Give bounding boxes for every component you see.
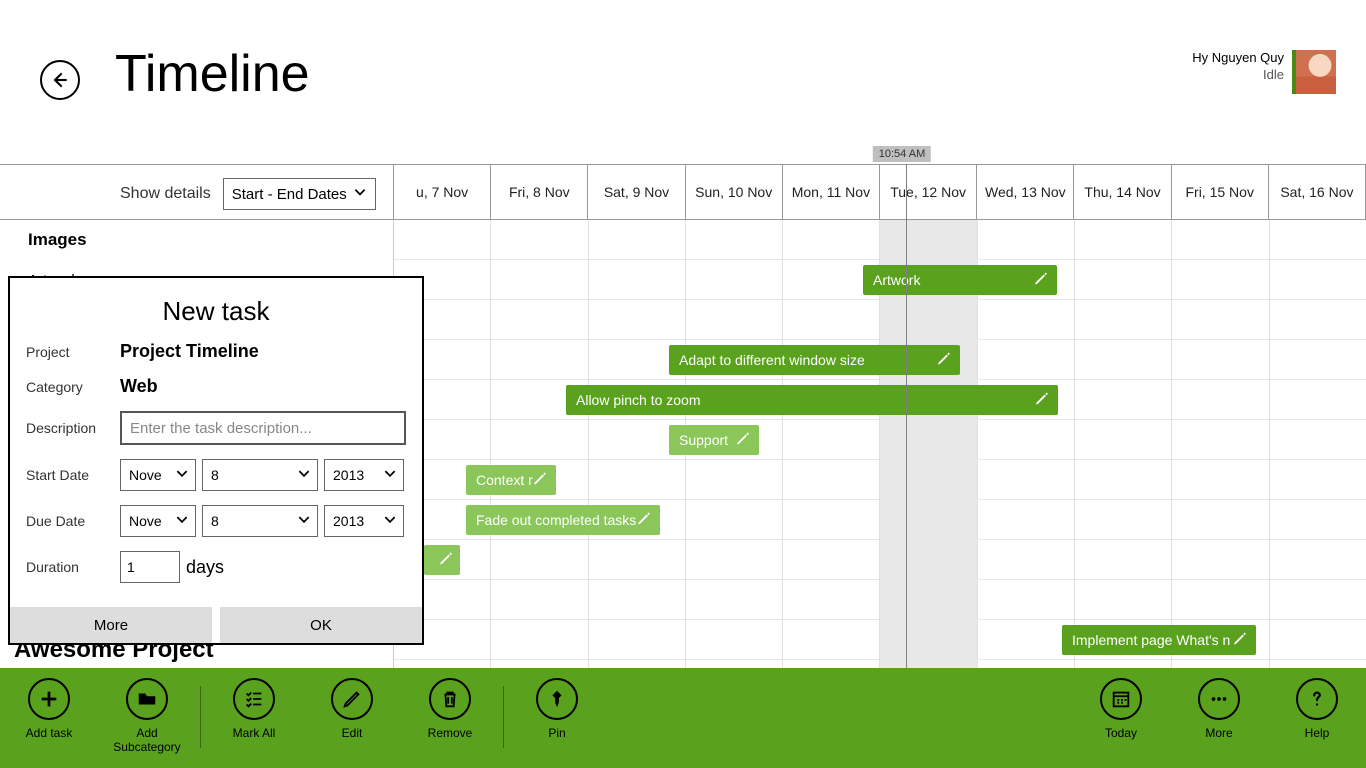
duration-input[interactable] bbox=[120, 551, 180, 583]
task-bar-support[interactable]: Support bbox=[669, 425, 759, 455]
help-icon bbox=[1296, 678, 1338, 720]
more-button[interactable]: More bbox=[10, 607, 212, 643]
start-month-select[interactable]: Nove bbox=[120, 459, 196, 491]
date-col-8: Fri, 15 Nov bbox=[1172, 165, 1269, 219]
task-bar-context[interactable]: Context r bbox=[466, 465, 556, 495]
date-col-7: Thu, 14 Nov bbox=[1074, 165, 1171, 219]
date-col-1: Fri, 8 Nov bbox=[491, 165, 588, 219]
task-bar-adapt[interactable]: Adapt to different window size bbox=[669, 345, 960, 375]
back-button[interactable] bbox=[40, 60, 80, 100]
task-bar-implement[interactable]: Implement page What's n bbox=[1062, 625, 1256, 655]
more-icon bbox=[1198, 678, 1240, 720]
due-year-select[interactable]: 2013 bbox=[324, 505, 404, 537]
folder-icon bbox=[126, 678, 168, 720]
start-year-select[interactable]: 2013 bbox=[324, 459, 404, 491]
task-bar-stub[interactable] bbox=[424, 545, 460, 575]
mark-all-button[interactable]: Mark All bbox=[205, 678, 303, 740]
pencil-icon bbox=[532, 471, 548, 490]
trash-icon bbox=[429, 678, 471, 720]
date-col-4: Mon, 11 Nov bbox=[783, 165, 880, 219]
date-col-9: Sat, 16 Nov bbox=[1269, 165, 1365, 219]
chevron-down-icon bbox=[383, 513, 397, 530]
date-col-6: Wed, 13 Nov bbox=[977, 165, 1074, 219]
dialog-title: New task bbox=[26, 296, 406, 327]
appbar: Add task Add Subcategory Mark All Edit R… bbox=[0, 668, 1366, 768]
more-button-appbar[interactable]: More bbox=[1170, 678, 1268, 740]
remove-button[interactable]: Remove bbox=[401, 678, 499, 740]
user-name: Hy Nguyen Quy bbox=[1192, 50, 1284, 67]
show-details-label: Show details bbox=[120, 185, 211, 203]
appbar-separator bbox=[503, 686, 504, 748]
header: Timeline Hy Nguyen Quy Idle bbox=[0, 0, 1366, 120]
pencil-icon bbox=[1232, 631, 1248, 650]
duration-unit: days bbox=[186, 557, 224, 578]
pencil-icon bbox=[438, 551, 454, 570]
pencil-icon bbox=[936, 351, 952, 370]
chevron-down-icon bbox=[297, 467, 311, 484]
category-images[interactable]: Images bbox=[0, 220, 394, 260]
value-project: Project Timeline bbox=[120, 341, 259, 362]
date-col-2: Sat, 9 Nov bbox=[588, 165, 685, 219]
pencil-icon bbox=[1033, 271, 1049, 290]
help-button[interactable]: Help bbox=[1268, 678, 1366, 740]
new-task-dialog: New task ProjectProject Timeline Categor… bbox=[8, 276, 424, 645]
appbar-separator bbox=[200, 686, 201, 748]
user-status: Idle bbox=[1192, 67, 1284, 84]
label-due-date: Due Date bbox=[26, 513, 120, 529]
user-block[interactable]: Hy Nguyen Quy Idle bbox=[1192, 50, 1336, 94]
chevron-down-icon bbox=[297, 513, 311, 530]
today-button[interactable]: Today bbox=[1072, 678, 1170, 740]
pin-icon bbox=[536, 678, 578, 720]
due-month-select[interactable]: Nove bbox=[120, 505, 196, 537]
label-description: Description bbox=[26, 420, 120, 436]
avatar bbox=[1292, 50, 1336, 94]
pencil-icon bbox=[1034, 391, 1050, 410]
chevron-down-icon bbox=[175, 513, 189, 530]
arrow-left-icon bbox=[50, 70, 70, 90]
now-time-label: 10:54 AM bbox=[873, 146, 931, 162]
details-select-value: Start - End Dates bbox=[232, 186, 347, 203]
start-day-select[interactable]: 8 bbox=[202, 459, 318, 491]
chevron-down-icon bbox=[175, 467, 189, 484]
date-col-0: u, 7 Nov bbox=[394, 165, 491, 219]
add-subcategory-button[interactable]: Add Subcategory bbox=[98, 678, 196, 755]
pencil-icon bbox=[735, 431, 751, 450]
date-col-5: Tue, 12 Nov bbox=[880, 165, 977, 219]
label-duration: Duration bbox=[26, 559, 120, 575]
chevron-down-icon bbox=[353, 185, 367, 203]
plus-icon bbox=[28, 678, 70, 720]
label-category: Category bbox=[26, 379, 120, 395]
page-title: Timeline bbox=[115, 44, 310, 104]
value-category: Web bbox=[120, 376, 158, 397]
description-input[interactable] bbox=[120, 411, 406, 445]
pencil-icon bbox=[636, 511, 652, 530]
task-bar-fade[interactable]: Fade out completed tasks bbox=[466, 505, 660, 535]
label-start-date: Start Date bbox=[26, 467, 120, 483]
label-project: Project bbox=[26, 344, 120, 360]
pencil-icon bbox=[331, 678, 373, 720]
now-line bbox=[906, 164, 907, 668]
pin-button[interactable]: Pin bbox=[508, 678, 606, 740]
date-col-3: Sun, 10 Nov bbox=[686, 165, 783, 219]
edit-button[interactable]: Edit bbox=[303, 678, 401, 740]
add-task-button[interactable]: Add task bbox=[0, 678, 98, 740]
ok-button[interactable]: OK bbox=[220, 607, 422, 643]
calendar-icon bbox=[1100, 678, 1142, 720]
task-bar-artwork[interactable]: Artwork bbox=[863, 265, 1057, 295]
details-select[interactable]: Start - End Dates bbox=[223, 178, 376, 210]
checklist-icon bbox=[233, 678, 275, 720]
due-day-select[interactable]: 8 bbox=[202, 505, 318, 537]
task-bar-pinch[interactable]: Allow pinch to zoom bbox=[566, 385, 1058, 415]
chevron-down-icon bbox=[383, 467, 397, 484]
